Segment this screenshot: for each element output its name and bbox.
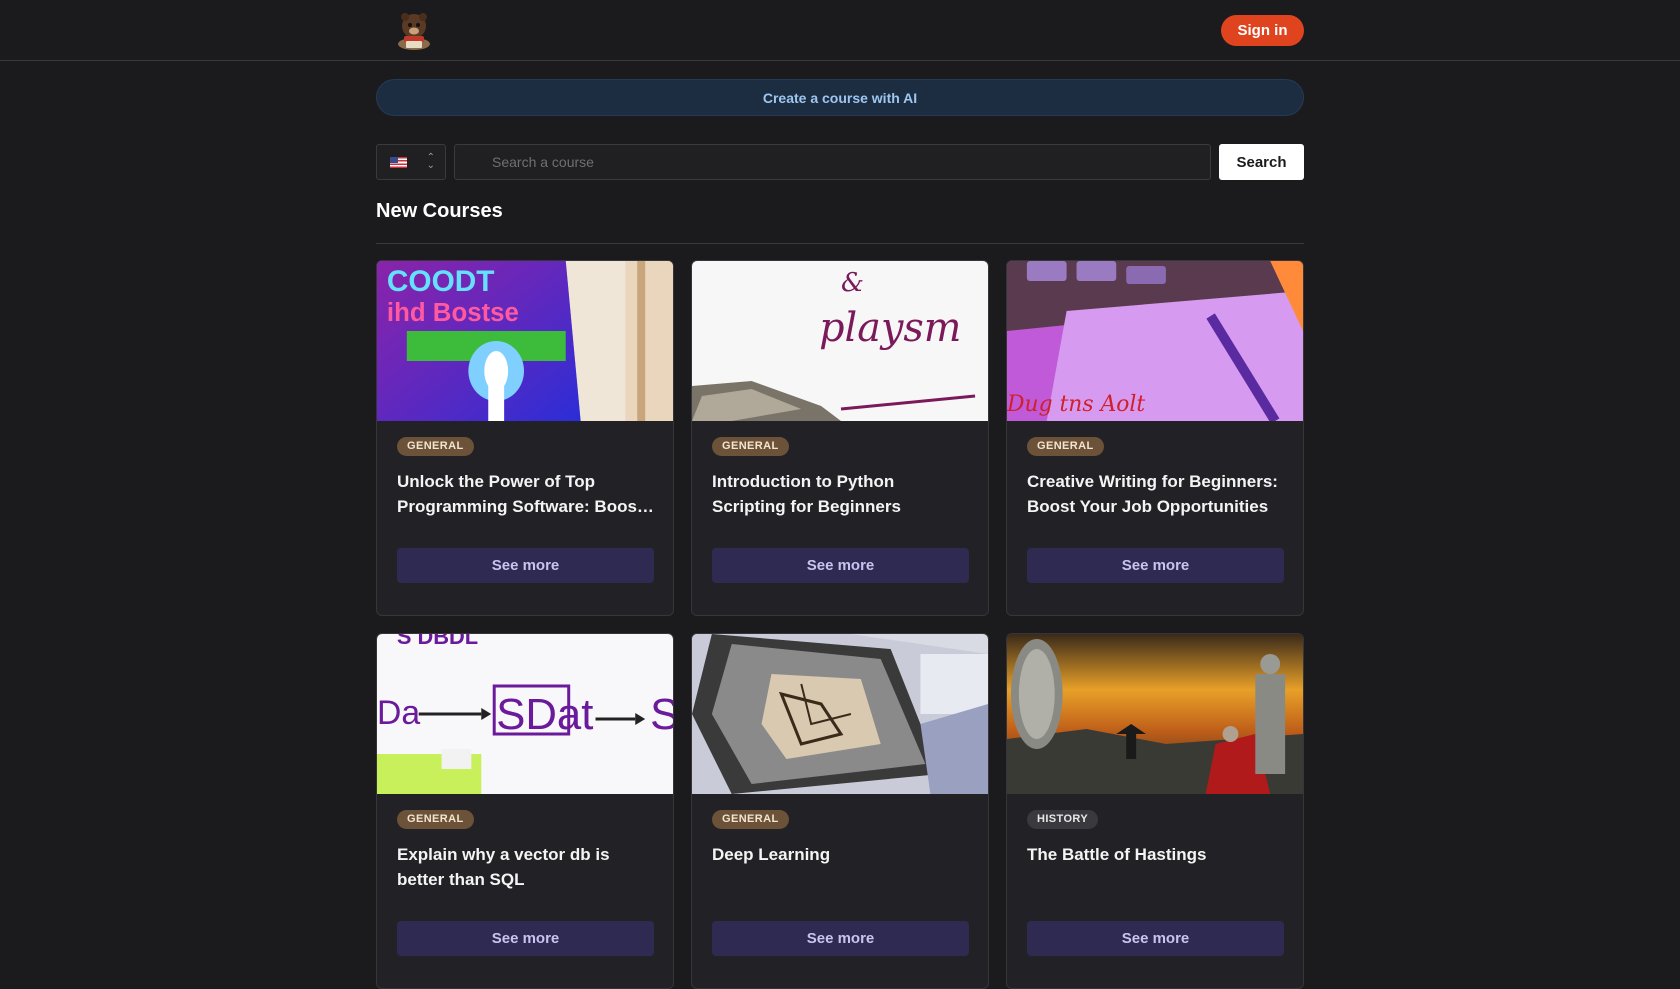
- category-badge: GENERAL: [397, 810, 474, 829]
- course-title[interactable]: Introduction to Python Scripting for Beg…: [712, 469, 972, 519]
- create-course-ai-button[interactable]: Create a course with AI: [376, 79, 1304, 116]
- top-header: Sign in: [0, 0, 1680, 61]
- svg-text:SDat: SDat: [496, 690, 593, 739]
- see-more-button[interactable]: See more: [712, 921, 969, 956]
- svg-text:&: &: [841, 268, 864, 298]
- course-card: & playsm GENERAL Introduction to Python …: [691, 260, 989, 616]
- sign-in-button[interactable]: Sign in: [1221, 15, 1304, 46]
- course-grid: COODT ihd Bostse GENERAL Unlock the Powe…: [376, 260, 1304, 989]
- course-thumbnail[interactable]: COODT ihd Bostse: [377, 261, 673, 421]
- search-bar: ⌃ ⌄ Search: [376, 144, 1304, 180]
- us-flag-icon: [390, 156, 407, 168]
- course-title[interactable]: The Battle of Hastings: [1027, 842, 1287, 867]
- course-thumbnail[interactable]: S DBDL Da SDat S: [377, 634, 673, 794]
- category-badge: GENERAL: [712, 437, 789, 456]
- course-card: COODT ihd Bostse GENERAL Unlock the Powe…: [376, 260, 674, 616]
- search-input[interactable]: [454, 144, 1211, 180]
- language-select[interactable]: ⌃ ⌄: [376, 144, 446, 180]
- svg-text:Dug tns Aolt: Dug tns Aolt: [1007, 392, 1145, 417]
- see-more-button[interactable]: See more: [712, 548, 969, 583]
- see-more-button[interactable]: See more: [397, 921, 654, 956]
- svg-text:COODT: COODT: [387, 265, 495, 298]
- main-content: Create a course with AI ⌃⌄ Search New Co…: [376, 61, 1304, 989]
- svg-text:playsm: playsm: [819, 305, 961, 351]
- chevron-updown-icon: ⌃ ⌄: [426, 152, 435, 171]
- category-badge: GENERAL: [397, 437, 474, 456]
- logo-mascot-icon[interactable]: [393, 8, 435, 52]
- course-card: GENERAL Deep Learning See more: [691, 633, 989, 989]
- svg-text:ihd Bostse: ihd Bostse: [387, 299, 519, 327]
- svg-text:S DBDL: S DBDL: [397, 634, 478, 649]
- create-course-ai-label: Create a course with AI: [762, 89, 918, 106]
- course-thumbnail[interactable]: & playsm: [692, 261, 988, 421]
- svg-text:Da: Da: [377, 694, 420, 732]
- course-title[interactable]: Unlock the Power of Top Programming Soft…: [397, 469, 657, 519]
- see-more-button[interactable]: See more: [397, 548, 654, 583]
- category-badge: HISTORY: [1027, 810, 1099, 829]
- course-card: S DBDL Da SDat S GENERAL Explain why a v…: [376, 633, 674, 989]
- section-divider: [376, 243, 1304, 244]
- course-thumbnail[interactable]: [1007, 634, 1303, 794]
- see-more-button[interactable]: See more: [1027, 548, 1284, 583]
- see-more-button[interactable]: See more: [1027, 921, 1284, 956]
- course-title[interactable]: Creative Writing for Beginners: Boost Yo…: [1027, 469, 1287, 519]
- category-badge: GENERAL: [1027, 437, 1104, 456]
- search-button[interactable]: Search: [1219, 144, 1304, 180]
- course-thumbnail[interactable]: [692, 634, 988, 794]
- svg-text:S: S: [650, 690, 673, 739]
- course-thumbnail[interactable]: Dug tns Aolt: [1007, 261, 1303, 421]
- category-badge: GENERAL: [712, 810, 789, 829]
- course-title[interactable]: Explain why a vector db is better than S…: [397, 842, 657, 892]
- course-card: Dug tns Aolt GENERAL Creative Writing fo…: [1006, 260, 1304, 616]
- course-title[interactable]: Deep Learning: [712, 842, 972, 867]
- section-title: New Courses: [376, 200, 503, 222]
- course-card: HISTORY The Battle of Hastings See more: [1006, 633, 1304, 989]
